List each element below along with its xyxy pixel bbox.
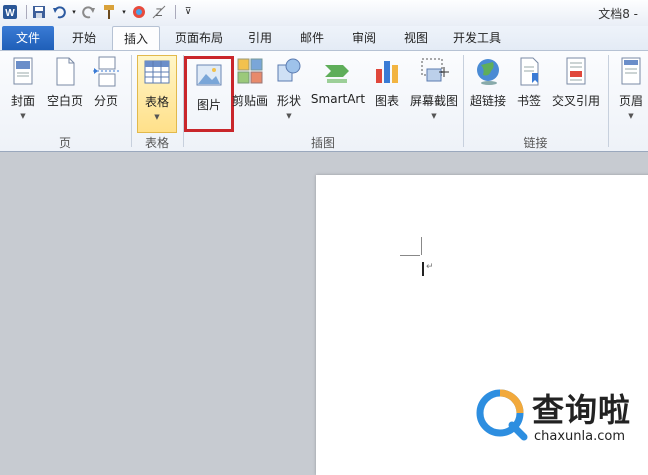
- cover-page-icon: [13, 57, 33, 85]
- chevron-down-icon[interactable]: ▾: [121, 4, 127, 20]
- group-divider: [608, 55, 609, 147]
- watermark: 查询啦 chaxunla.com: [474, 385, 644, 447]
- ribbon-tabs: 文件 开始 插入 页面布局 引用 邮件 审阅 视图 开发工具: [0, 26, 648, 50]
- smartart-button[interactable]: SmartArt: [310, 55, 366, 123]
- chevron-down-icon: ▼: [628, 112, 634, 120]
- save-icon[interactable]: [31, 4, 47, 20]
- table-button[interactable]: 表格 ▼: [137, 55, 177, 133]
- blank-page-label: 空白页: [46, 94, 83, 108]
- chevron-down-icon: ▼: [286, 112, 292, 120]
- chevron-down-icon: ▼: [431, 112, 437, 120]
- smartart-icon: [325, 65, 349, 83]
- watermark-title: 查询啦: [532, 391, 632, 429]
- picture-label: 图片: [196, 98, 221, 112]
- table-label: 表格: [144, 95, 169, 109]
- chevron-down-icon: ▼: [20, 112, 26, 120]
- margin-corner-mark: [421, 237, 422, 255]
- clip-art-label: 剪贴画: [232, 94, 269, 108]
- smartart-label: SmartArt: [310, 92, 366, 106]
- redo-icon[interactable]: [81, 4, 97, 20]
- toolbar-divider: [26, 5, 27, 19]
- screenshot-label: 屏幕截图: [409, 94, 458, 108]
- clip-art-button[interactable]: 剪贴画: [232, 55, 268, 123]
- tab-developer[interactable]: 开发工具: [446, 26, 508, 50]
- tab-page-layout[interactable]: 页面布局: [168, 26, 230, 50]
- tab-mailings[interactable]: 邮件: [292, 26, 332, 50]
- page-break-label: 分页: [93, 94, 118, 108]
- clear-format-icon[interactable]: Z: [151, 4, 167, 20]
- margin-corner-mark: [400, 255, 420, 256]
- shapes-label: 形状: [276, 94, 301, 108]
- watermark-subtitle: chaxunla.com: [534, 429, 625, 444]
- svg-text:W: W: [5, 8, 15, 19]
- bookmark-label: 书签: [516, 94, 541, 108]
- cross-reference-button[interactable]: 交叉引用: [550, 55, 602, 123]
- group-label-pages: 页: [58, 136, 71, 150]
- cover-page-button[interactable]: 封面 ▼: [6, 55, 40, 123]
- word-icon[interactable]: W: [2, 4, 18, 20]
- shapes-button[interactable]: 形状 ▼: [274, 55, 304, 123]
- tab-home[interactable]: 开始: [60, 26, 108, 50]
- magnifier-logo-icon: [476, 389, 528, 441]
- tab-insert[interactable]: 插入: [112, 26, 160, 50]
- cross-reference-label: 交叉引用: [551, 94, 600, 108]
- picture-icon: [196, 64, 222, 86]
- chart-icon: [376, 61, 398, 83]
- group-label-illustrations: 插图: [310, 136, 335, 150]
- toolbar-divider: [175, 5, 176, 19]
- cover-page-label: 封面: [10, 94, 35, 108]
- text-cursor: [422, 262, 424, 276]
- color-icon[interactable]: [131, 4, 147, 20]
- header-icon: [621, 57, 641, 85]
- tab-file[interactable]: 文件: [2, 26, 54, 50]
- ribbon: 封面 ▼ 空白页 分页 页 表格 ▼ 表格 图片 剪贴画 形状 ▼ SmartA…: [0, 50, 648, 152]
- page-break-button[interactable]: 分页: [90, 55, 122, 123]
- header-button[interactable]: 页眉 ▼: [614, 55, 648, 123]
- group-label-table: 表格: [144, 136, 169, 150]
- quick-access-toolbar: W ▾ ▾ Z ⊽: [2, 2, 200, 22]
- chevron-down-icon: ▼: [154, 113, 160, 121]
- title-bar: W ▾ ▾ Z ⊽ 文档8 -: [0, 0, 648, 26]
- picture-button[interactable]: 图片: [184, 56, 234, 132]
- tab-references[interactable]: 引用: [240, 26, 280, 50]
- customize-icon[interactable]: ⊽: [180, 4, 196, 20]
- page-break-icon: [93, 56, 119, 87]
- group-label-links: 链接: [523, 136, 548, 150]
- hyperlink-icon: [477, 59, 499, 85]
- screenshot-icon: [421, 58, 449, 82]
- tab-view[interactable]: 视图: [396, 26, 436, 50]
- bookmark-button[interactable]: 书签: [514, 55, 544, 123]
- format-painter-icon[interactable]: [101, 4, 117, 20]
- blank-page-button[interactable]: 空白页: [44, 55, 86, 123]
- chart-button[interactable]: 图表: [370, 55, 404, 123]
- hyperlink-button[interactable]: 超链接: [468, 55, 508, 123]
- document-title: 文档8 -: [598, 7, 638, 21]
- screenshot-button[interactable]: 屏幕截图 ▼: [408, 55, 460, 123]
- paragraph-mark: ↵: [426, 262, 434, 272]
- cross-reference-icon: [566, 57, 586, 85]
- tab-review[interactable]: 审阅: [344, 26, 384, 50]
- chart-label: 图表: [374, 94, 399, 108]
- hyperlink-label: 超链接: [469, 94, 506, 108]
- clip-art-icon: [237, 58, 263, 84]
- table-icon: [144, 60, 170, 84]
- shapes-icon: [277, 58, 301, 82]
- chevron-down-icon[interactable]: ▾: [71, 4, 77, 20]
- undo-icon[interactable]: [51, 4, 67, 20]
- header-label: 页眉: [618, 94, 643, 108]
- blank-page-icon: [56, 57, 75, 86]
- bookmark-icon: [520, 57, 539, 86]
